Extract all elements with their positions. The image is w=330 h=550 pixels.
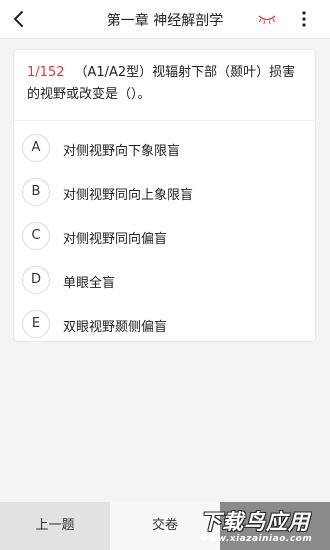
divider <box>14 120 315 121</box>
app-header: 第一章 神经解剖学 <box>0 0 330 39</box>
option-c[interactable]: C 对侧视野同向偏盲 <box>22 222 307 252</box>
eye-closed-icon[interactable] <box>257 12 277 26</box>
previous-question-button[interactable]: 上一题 <box>0 502 110 550</box>
question-text: （A1/A2型）视辐射下部（颞叶）损害的视野或改变是（）。 <box>27 65 296 102</box>
watermark-title: 下载鸟应用 <box>200 510 310 534</box>
question-number: 1/152 <box>27 65 65 80</box>
option-letter: A <box>22 134 50 162</box>
option-text: 对侧视野向下象限盲 <box>63 144 181 159</box>
more-vertical-icon[interactable] <box>298 10 310 28</box>
option-letter: B <box>22 178 50 206</box>
watermark: 下载鸟应用 www.xiazainiao.com <box>194 502 330 550</box>
option-text: 双眼视野颞侧偏盲 <box>63 320 168 335</box>
option-e[interactable]: E 双眼视野颞侧偏盲 <box>22 310 307 340</box>
option-letter: E <box>22 310 50 338</box>
question-text-block: 1/152 （A1/A2型）视辐射下部（颞叶）损害的视野或改变是（）。 <box>27 62 307 106</box>
option-letter: D <box>22 266 50 294</box>
option-d[interactable]: D 单眼全盲 <box>22 266 307 296</box>
option-text: 对侧视野同向上象限盲 <box>63 188 194 203</box>
option-b[interactable]: B 对侧视野同向上象限盲 <box>22 178 307 208</box>
page-title: 第一章 神经解剖学 <box>106 13 224 29</box>
option-letter: C <box>22 222 50 250</box>
watermark-url: www.xiazainiao.com <box>200 534 313 544</box>
option-a[interactable]: A 对侧视野向下象限盲 <box>22 134 307 164</box>
option-text: 单眼全盲 <box>63 276 116 291</box>
option-text: 对侧视野同向偏盲 <box>63 232 168 247</box>
question-card: 1/152 （A1/A2型）视辐射下部（颞叶）损害的视野或改变是（）。 A 对侧视… <box>13 49 316 342</box>
